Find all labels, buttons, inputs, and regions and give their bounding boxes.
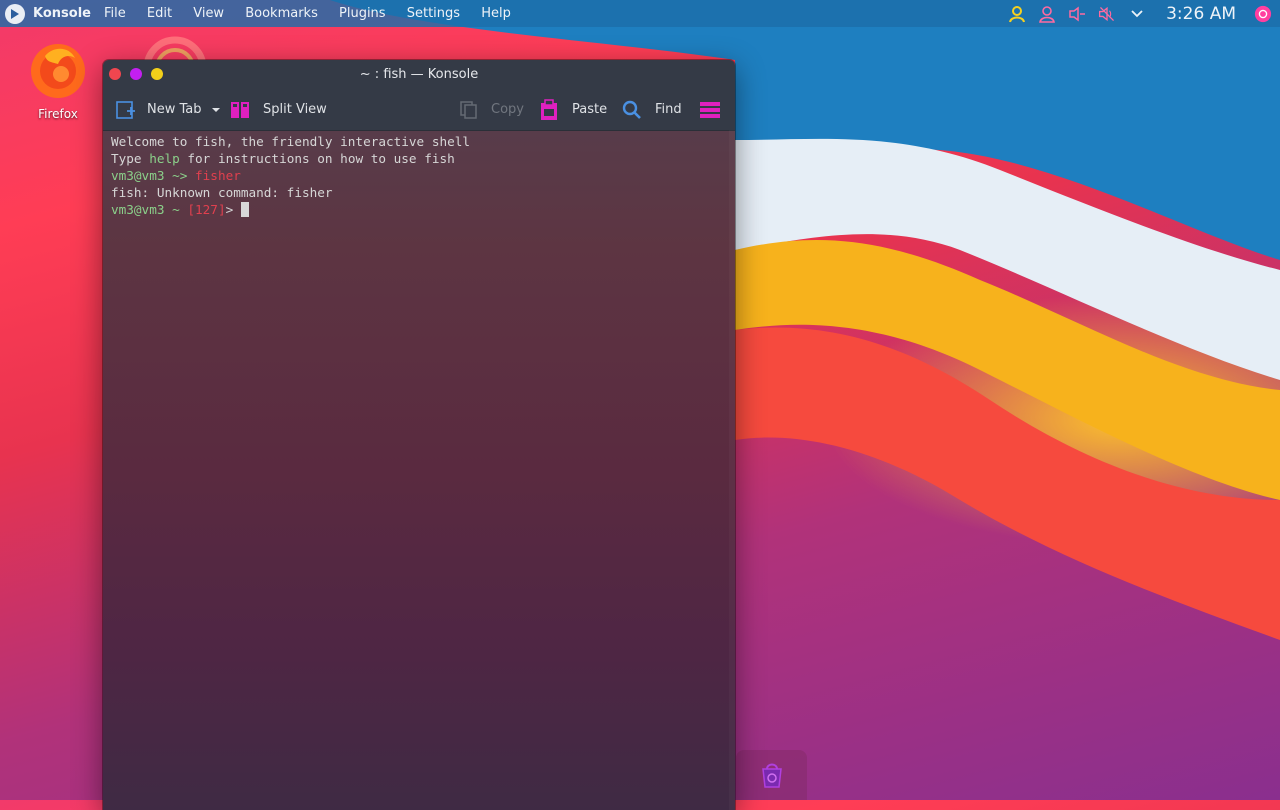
terminal-scrollbar[interactable] <box>729 130 735 810</box>
copy-label: Copy <box>491 102 524 117</box>
menu-settings[interactable]: Settings <box>407 6 460 21</box>
desktop-icon-firefox[interactable]: Firefox <box>22 36 94 121</box>
user-icon[interactable] <box>1008 5 1026 23</box>
prompt-end: > <box>225 202 241 217</box>
task-dock <box>736 750 807 800</box>
hamburger-menu-icon <box>700 101 720 118</box>
paste-icon <box>541 98 557 120</box>
konsole-toolbar: New Tab Split View Copy Paste Find <box>103 89 735 131</box>
menu-edit[interactable]: Edit <box>147 6 172 21</box>
close-button[interactable] <box>109 68 121 80</box>
copy-button[interactable]: Copy <box>459 89 524 130</box>
global-menu: File Edit View Bookmarks Plugins Setting… <box>104 6 528 21</box>
terminal-output[interactable]: Welcome to fish, the friendly interactiv… <box>103 131 735 218</box>
menu-file[interactable]: File <box>104 6 126 21</box>
new-tab-label: New Tab <box>147 102 202 117</box>
menu-help[interactable]: Help <box>481 6 511 21</box>
shell-prompt: vm3@vm3 ~> <box>111 168 196 183</box>
search-icon <box>622 100 641 119</box>
split-view-label: Split View <box>263 102 327 117</box>
terminal-text: for instructions on how to use fish <box>179 151 455 166</box>
clock[interactable]: 3:26 AM <box>1166 4 1236 24</box>
microphone-muted-icon[interactable] <box>1068 5 1086 23</box>
app-launcher-icon[interactable] <box>5 3 25 24</box>
exit-status: [127] <box>187 202 226 217</box>
maximize-button[interactable] <box>151 68 163 80</box>
window-title: ~ : fish — Konsole <box>359 67 479 82</box>
desktop-icon-label: Firefox <box>38 107 78 121</box>
volume-muted-icon[interactable] <box>1098 5 1116 23</box>
user-switch-icon[interactable] <box>1038 5 1056 23</box>
terminal-line: vm3@vm3 ~ [127]> <box>111 201 735 218</box>
split-view-button[interactable]: Split View <box>230 89 327 130</box>
hamburger-menu-button[interactable] <box>699 89 721 130</box>
new-tab-icon <box>116 100 135 119</box>
top-panel: Konsole File Edit View Bookmarks Plugins… <box>0 0 1280 27</box>
terminal-line: Welcome to fish, the friendly interactiv… <box>111 134 471 149</box>
copy-icon <box>460 100 477 119</box>
session-icon[interactable] <box>1254 5 1272 23</box>
store-bag-icon[interactable] <box>757 760 787 790</box>
active-app-name[interactable]: Konsole <box>33 6 91 21</box>
terminal-line: Type help for instructions on how to use… <box>111 150 735 167</box>
firefox-icon <box>31 44 85 98</box>
menu-plugins[interactable]: Plugins <box>339 6 386 21</box>
window-titlebar[interactable]: ~ : fish — Konsole <box>103 60 735 89</box>
menu-bookmarks[interactable]: Bookmarks <box>245 6 318 21</box>
shell-prompt: vm3@vm3 ~ <box>111 202 188 217</box>
terminal-text: Type <box>111 151 150 166</box>
terminal-command-error: fisher <box>195 168 241 183</box>
dropdown-arrow-icon[interactable] <box>211 105 221 115</box>
paste-button[interactable]: Paste <box>539 89 607 130</box>
new-tab-button[interactable]: New Tab <box>115 89 221 130</box>
system-tray: 3:26 AM <box>1002 0 1280 27</box>
text-cursor <box>240 202 249 217</box>
find-label: Find <box>655 102 682 117</box>
terminal-command-highlight: help <box>149 151 180 166</box>
split-view-icon <box>231 101 249 118</box>
terminal-line: fish: Unknown command: fisher <box>111 185 333 200</box>
chevron-down-icon[interactable] <box>1128 5 1146 23</box>
paste-label: Paste <box>572 102 608 117</box>
konsole-window[interactable]: ~ : fish — Konsole New Tab Split View Co… <box>103 60 735 810</box>
minimize-button[interactable] <box>130 68 142 80</box>
terminal-line: vm3@vm3 ~> fisher <box>111 167 735 184</box>
find-button[interactable]: Find <box>622 89 682 130</box>
menu-view[interactable]: View <box>193 6 224 21</box>
